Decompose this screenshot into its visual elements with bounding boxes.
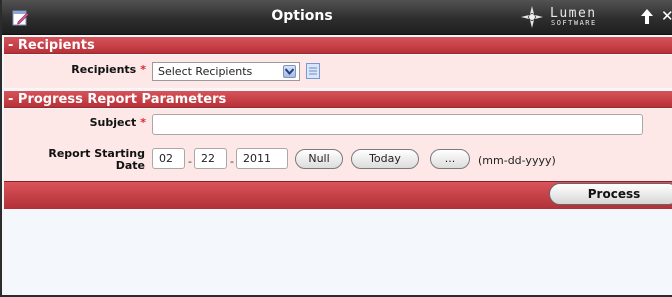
window-title: Options: [271, 8, 333, 24]
null-button[interactable]: Null: [295, 149, 343, 169]
date-month-input[interactable]: 02: [152, 148, 185, 169]
recipients-select-value: Select Recipients: [158, 65, 253, 78]
lumen-logo-icon: [521, 6, 543, 28]
recipient-list-icon[interactable]: [306, 63, 320, 79]
progress-report-section-header[interactable]: - Progress Report Parameters: [4, 91, 672, 108]
date-format-hint: (mm-dd-yyyy): [478, 154, 556, 167]
process-button[interactable]: Process: [549, 183, 672, 205]
recipients-select[interactable]: Select Recipients: [152, 62, 300, 81]
title-bar: Options Lumen SOFTWARE ✕: [2, 0, 672, 35]
close-icon[interactable]: ✕: [661, 7, 672, 25]
date-picker-button[interactable]: ...: [430, 149, 470, 169]
date-separator: -: [188, 155, 192, 168]
today-button[interactable]: Today: [351, 149, 419, 169]
subject-input[interactable]: [152, 114, 643, 135]
date-day-input[interactable]: 22: [194, 148, 227, 169]
options-window: Options Lumen SOFTWARE ✕ - Recipients Re…: [0, 0, 672, 297]
arrow-up-icon[interactable]: [640, 8, 654, 25]
recipients-label: Recipients *: [71, 63, 146, 76]
date-year-input[interactable]: 2011: [236, 148, 288, 169]
required-marker: *: [140, 116, 146, 129]
content-area: [4, 209, 672, 295]
recipients-section-header[interactable]: - Recipients: [4, 37, 672, 54]
date-separator: -: [230, 155, 234, 168]
brand-subtitle: SOFTWARE: [551, 19, 597, 27]
subject-label: Subject *: [89, 116, 146, 129]
report-starting-date-label: Report Starting Date: [48, 147, 145, 172]
required-marker: *: [140, 63, 146, 76]
chevron-down-icon[interactable]: [283, 65, 296, 78]
